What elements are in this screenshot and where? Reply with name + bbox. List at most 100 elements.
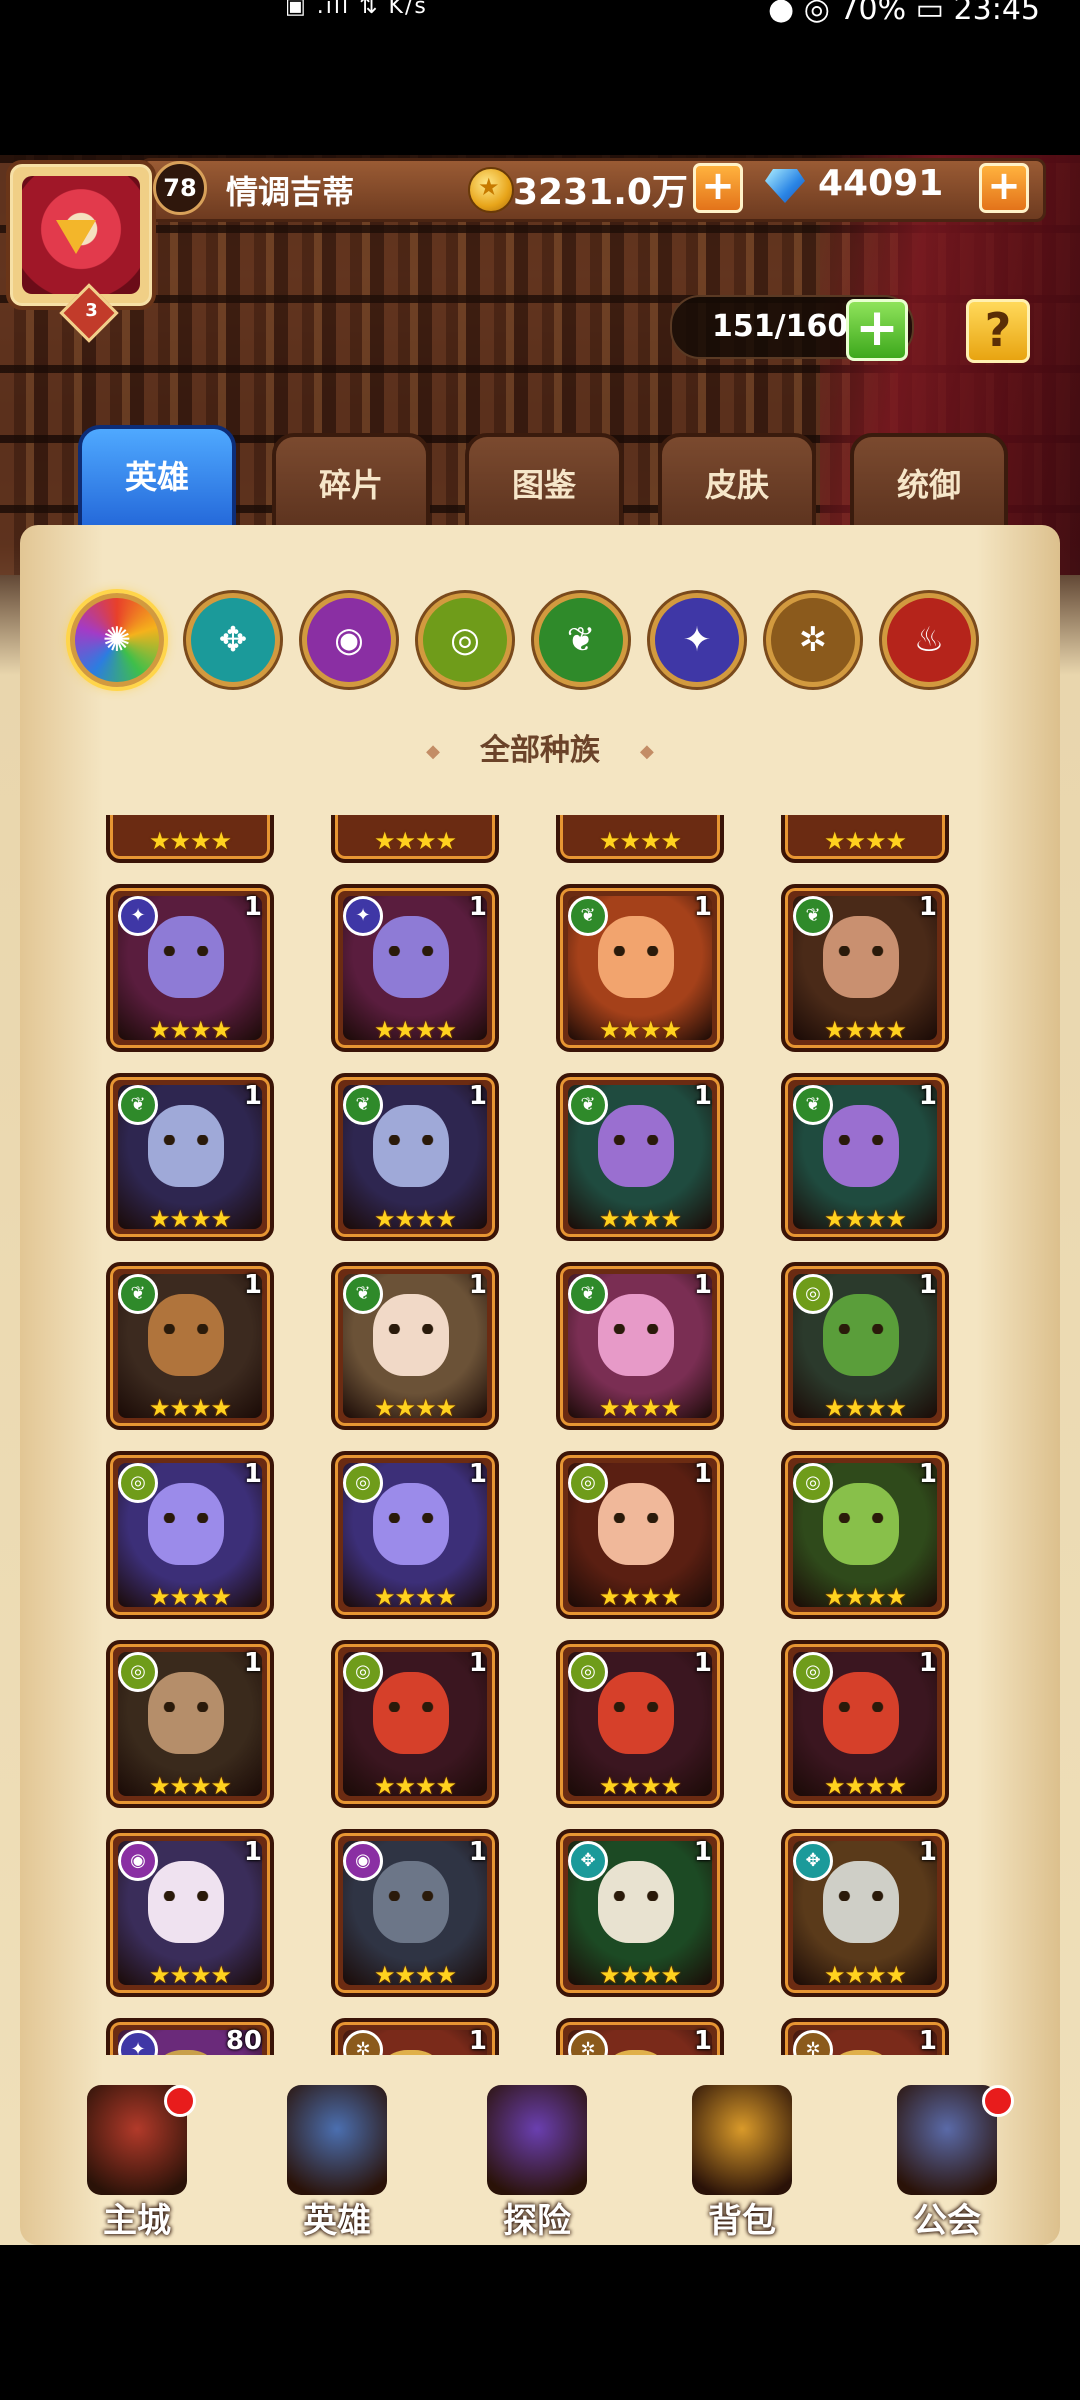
hero-eyes <box>160 1513 212 1523</box>
water-race-icon: ✥ <box>793 1841 833 1881</box>
mystic-race-icon[interactable]: ◉ <box>302 593 396 687</box>
hero-level: 1 <box>468 1270 487 1300</box>
hero-card[interactable]: ❦ 1 ★★★★ <box>781 884 949 1052</box>
nav-portal[interactable]: 探险 <box>462 2085 612 2245</box>
hero-stars: ★★★★ <box>823 1016 907 1044</box>
hero-card[interactable]: ❦ 1 ★★★★ <box>106 1073 274 1241</box>
hero-card[interactable]: ★★★★ <box>106 815 274 863</box>
hero-stars: ★★★★ <box>373 1772 457 1800</box>
forest-race-icon[interactable]: ❦ <box>534 593 628 687</box>
hero-eyes <box>835 1135 887 1145</box>
add-diamond-button[interactable]: + <box>979 163 1029 213</box>
hero-card[interactable]: ◎ 1 ★★★★ <box>106 1640 274 1808</box>
hero-stars: ★★★★ <box>598 827 682 855</box>
hero-level: 1 <box>918 892 937 922</box>
hero-face <box>598 1672 674 1754</box>
hero-card[interactable]: ◎ 1 ★★★★ <box>781 1262 949 1430</box>
water-race-icon[interactable]: ✥ <box>186 593 280 687</box>
hero-card[interactable]: ❦ 1 ★★★★ <box>556 1073 724 1241</box>
help-button[interactable]: ? <box>966 299 1030 363</box>
hero-stars: ★★★★ <box>373 1583 457 1611</box>
hero-level: 1 <box>918 1837 937 1867</box>
nav-label: 公会 <box>913 2201 981 2241</box>
hero-eyes <box>160 1324 212 1334</box>
hero-card[interactable]: ◎ 1 ★★★★ <box>331 1451 499 1619</box>
fortress-race-icon[interactable]: ◎ <box>418 593 512 687</box>
status-left: ▣ .ıll ⇅ K/s <box>285 0 428 19</box>
hero-level: 1 <box>693 2026 712 2055</box>
hero-card[interactable]: ❦ 1 ★★★★ <box>781 1073 949 1241</box>
expand-capacity-button[interactable]: + <box>846 299 908 361</box>
hero-eyes <box>160 1891 212 1901</box>
hero-card[interactable]: ❦ 1 ★★★★ <box>331 1073 499 1241</box>
hero-grid[interactable]: ★★★★ ★★★★ ★★★★ ★★★★ ✦ 1 ★★★★ ✦ 1 ★★★★ ❦ 1 ★★★★ ❦ 1 ★★★★… <box>0 815 1080 2055</box>
fortress-race-icon: ◎ <box>343 1463 383 1503</box>
hero-card[interactable]: ◎ 1 ★★★★ <box>556 1451 724 1619</box>
hero-level: 1 <box>918 1270 937 1300</box>
hero-card[interactable]: ◎ 1 ★★★★ <box>781 1451 949 1619</box>
hero-face <box>598 916 674 998</box>
hero-card[interactable]: ★★★★ <box>556 815 724 863</box>
add-gold-button[interactable]: + <box>693 163 743 213</box>
hero-card[interactable]: ★★★★ <box>331 815 499 863</box>
nav-guild[interactable]: 公会 <box>872 2085 1022 2245</box>
hero-level: 1 <box>918 1459 937 1489</box>
hero-stars: ★★★★ <box>373 1961 457 1989</box>
light-race-icon[interactable]: ✲ <box>766 593 860 687</box>
shadow-race-icon[interactable]: ✦ <box>650 593 744 687</box>
hero-card[interactable]: ◉ 1 ★★★★ <box>106 1829 274 1997</box>
fire-race-icon[interactable]: ♨ <box>882 593 976 687</box>
hero-level: 80 <box>225 2026 262 2055</box>
hero-card[interactable]: ◎ 1 ★★★★ <box>106 1451 274 1619</box>
hero-stars: ★★★★ <box>148 1583 232 1611</box>
all-races-icon[interactable]: ✺ <box>70 593 164 687</box>
mystic-race-icon: ◉ <box>343 1841 383 1881</box>
hero-eyes <box>160 946 212 956</box>
hero-card[interactable]: ✦ 80 <box>106 2018 274 2055</box>
nav-backpack[interactable]: 背包 <box>667 2085 817 2245</box>
hero-card[interactable]: ◎ 1 ★★★★ <box>556 1640 724 1808</box>
hero-card[interactable]: ◉ 1 ★★★★ <box>331 1829 499 1997</box>
hero-face <box>823 1483 899 1565</box>
hero-card[interactable]: ✦ 1 ★★★★ <box>331 884 499 1052</box>
hero-card[interactable]: ❦ 1 ★★★★ <box>331 1262 499 1430</box>
hero-face <box>823 1861 899 1943</box>
hero-stars: ★★★★ <box>823 1772 907 1800</box>
hero-stars: ★★★★ <box>823 1394 907 1422</box>
hero-card[interactable]: ❦ 1 ★★★★ <box>556 1262 724 1430</box>
race-filter-title: 全部种族 <box>0 725 1080 769</box>
hero-card[interactable]: ★★★★ <box>781 815 949 863</box>
hero-eyes <box>385 1324 437 1334</box>
nav-castle[interactable]: 主城 <box>62 2085 212 2245</box>
hero-level: 1 <box>243 1648 262 1678</box>
hero-level: 1 <box>693 1081 712 1111</box>
fortress-race-icon: ◎ <box>568 1652 608 1692</box>
hero-eyes <box>835 1702 887 1712</box>
hero-card[interactable]: ❦ 1 ★★★★ <box>106 1262 274 1430</box>
hero-card[interactable]: ✥ 1 ★★★★ <box>781 1829 949 1997</box>
player-avatar[interactable]: 3 <box>6 160 156 343</box>
hero-card[interactable]: ✲ 1 <box>781 2018 949 2055</box>
nav-hero[interactable]: 英雄 <box>262 2085 412 2245</box>
hero-card[interactable]: ✲ 1 <box>331 2018 499 2055</box>
forest-race-icon: ❦ <box>118 1274 158 1314</box>
hero-face <box>148 1672 224 1754</box>
hero-icon <box>287 2085 387 2195</box>
hero-face <box>598 1294 674 1376</box>
hero-card[interactable]: ✦ 1 ★★★★ <box>106 884 274 1052</box>
hero-eyes <box>610 1135 662 1145</box>
hero-face <box>373 1294 449 1376</box>
fortress-race-icon: ◎ <box>793 1274 833 1314</box>
hero-stars: ★★★★ <box>598 1205 682 1233</box>
hero-card[interactable]: ✥ 1 ★★★★ <box>556 1829 724 1997</box>
hero-card[interactable]: ❦ 1 ★★★★ <box>556 884 724 1052</box>
hero-level: 1 <box>918 2026 937 2055</box>
fortress-race-icon: ◎ <box>343 1652 383 1692</box>
hero-card[interactable]: ✲ 1 <box>556 2018 724 2055</box>
status-bar: ▣ .ıll ⇅ K/s ● ◎ 70% ▭ 23:45 <box>0 0 1080 28</box>
nav-label: 英雄 <box>303 2201 371 2241</box>
hero-card[interactable]: ◎ 1 ★★★★ <box>781 1640 949 1808</box>
hero-stars: ★★★★ <box>148 1205 232 1233</box>
hero-card[interactable]: ◎ 1 ★★★★ <box>331 1640 499 1808</box>
hero-eyes <box>835 1891 887 1901</box>
